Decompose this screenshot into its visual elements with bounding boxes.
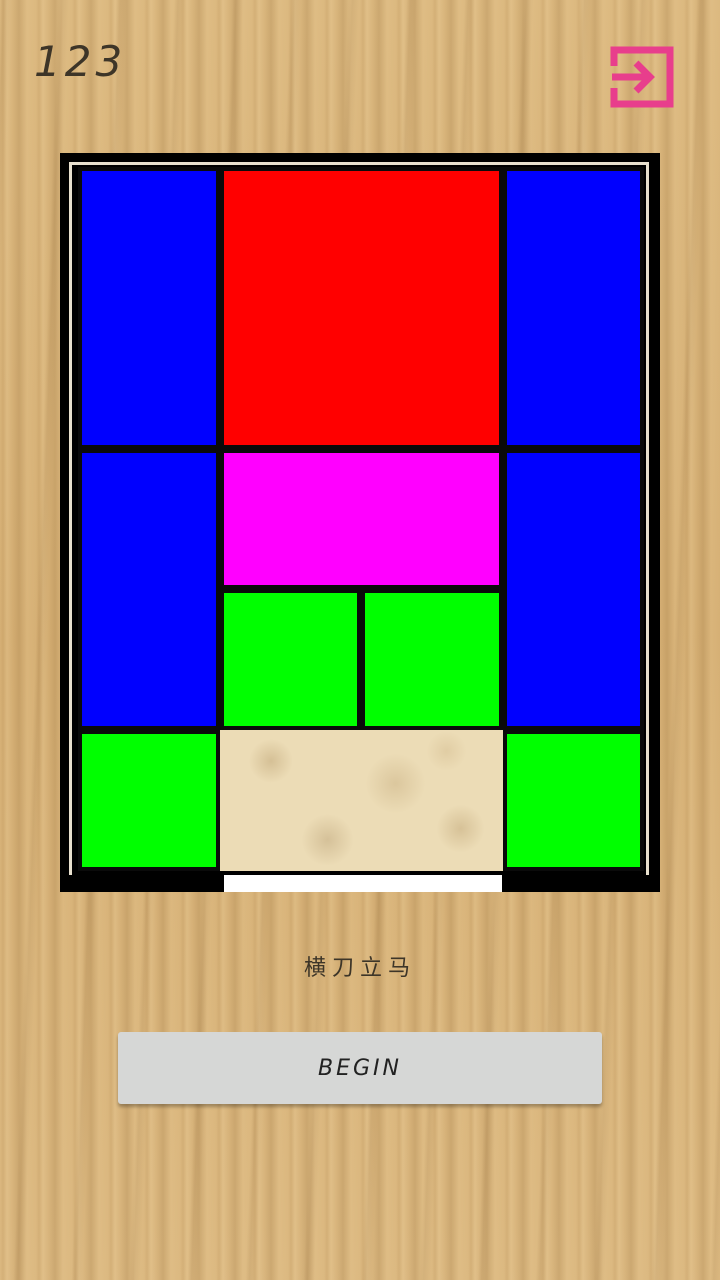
piece-vertical-2x1[interactable] <box>502 448 644 731</box>
puzzle-board <box>60 153 660 892</box>
begin-button[interactable]: BEGIN <box>118 1032 602 1104</box>
move-counter: 123 <box>34 37 127 86</box>
board-grid <box>78 167 644 871</box>
piece-small-1x1[interactable] <box>502 730 644 871</box>
piece-vertical-2x1[interactable] <box>502 167 644 449</box>
exit-button[interactable] <box>608 44 676 110</box>
board-exit-gap <box>224 875 502 892</box>
empty-cell <box>219 730 503 871</box>
piece-horizontal-1x2[interactable] <box>219 448 503 590</box>
piece-small-1x1[interactable] <box>361 589 503 731</box>
piece-vertical-2x1[interactable] <box>78 167 220 449</box>
piece-vertical-2x1[interactable] <box>78 448 220 731</box>
piece-small-1x1[interactable] <box>219 589 361 731</box>
piece-big-2x2[interactable] <box>219 167 503 449</box>
exit-icon <box>610 46 674 108</box>
piece-small-1x1[interactable] <box>78 730 220 871</box>
level-name: 横刀立马 <box>303 956 416 981</box>
